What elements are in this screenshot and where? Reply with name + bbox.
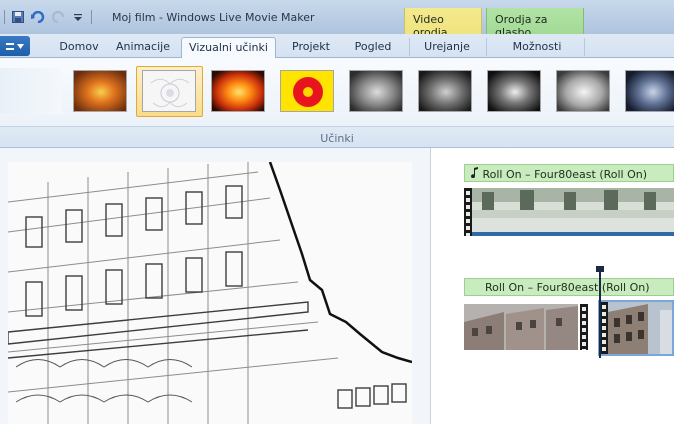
effect-saturated[interactable] — [211, 70, 265, 112]
video-clip-2[interactable] — [464, 304, 594, 350]
effect-grayscale-contrast[interactable] — [487, 70, 541, 112]
music-track-label: Roll On – Four80east (Roll On) — [482, 168, 648, 181]
chevron-down-icon — [17, 43, 24, 49]
tab-separator — [584, 38, 585, 56]
menu-icon — [6, 42, 14, 50]
tab-edit[interactable]: Urejanje — [412, 37, 482, 58]
clip-thumbnail — [472, 188, 674, 236]
music-track-2[interactable]: Roll On – Four80east (Roll On) — [464, 278, 674, 296]
tab-animations[interactable]: Animacije — [108, 37, 178, 58]
clip-thumbnail — [608, 302, 672, 354]
tab-home[interactable]: Domov — [48, 37, 110, 58]
quick-access-toolbar — [4, 10, 92, 24]
title-bar: Moj film - Windows Live Movie Maker Vide… — [0, 0, 674, 39]
video-clip-1[interactable] — [464, 188, 674, 236]
clip-thumbnail — [464, 304, 578, 350]
undo-icon[interactable] — [31, 10, 45, 24]
effect-grayscale-dark[interactable] — [418, 70, 472, 112]
film-sprocket — [600, 302, 608, 354]
effect-warm[interactable] — [73, 70, 127, 112]
ribbon-tab-row: Domov Animacije Vizualni učinki Projekt … — [0, 34, 674, 59]
file-menu-button[interactable] — [0, 36, 30, 56]
playhead[interactable] — [599, 270, 601, 358]
tab-separator — [486, 38, 487, 56]
tab-view[interactable]: Pogled — [343, 37, 403, 58]
effect-yellow-red[interactable] — [280, 70, 334, 112]
music-track-1[interactable]: Roll On – Four80east (Roll On) — [464, 164, 674, 182]
tab-visual-effects[interactable]: Vizualni učinki — [181, 37, 276, 59]
film-sprocket — [464, 188, 472, 236]
tab-separator — [409, 38, 410, 56]
save-icon[interactable] — [11, 10, 25, 24]
window-title: Moj film - Windows Live Movie Maker — [112, 11, 315, 24]
effects-group-label: Učinki — [0, 126, 674, 148]
tab-project[interactable]: Projekt — [280, 37, 342, 58]
tab-music-tools[interactable]: Orodja za glasbo — [486, 8, 584, 39]
qat-separator — [91, 10, 92, 24]
customize-dropdown-icon[interactable] — [71, 10, 85, 24]
effect-blue-tint[interactable] — [625, 70, 674, 112]
qat-separator — [4, 10, 5, 24]
preview-frame-image — [8, 162, 412, 424]
video-preview[interactable] — [8, 162, 412, 424]
music-note-icon — [471, 167, 479, 181]
effects-gallery — [0, 58, 674, 126]
video-clip-3-selected[interactable] — [598, 300, 674, 356]
tab-options[interactable]: Možnosti — [492, 37, 582, 58]
effect-grayscale-light[interactable] — [556, 70, 610, 112]
redo-icon[interactable] — [51, 10, 65, 24]
tab-video-tools[interactable]: Video orodja — [404, 8, 482, 39]
effect-edge-detect[interactable] — [142, 70, 196, 112]
effect-grayscale[interactable] — [349, 70, 403, 112]
film-sprocket — [580, 304, 588, 350]
effect-none[interactable] — [0, 68, 62, 114]
